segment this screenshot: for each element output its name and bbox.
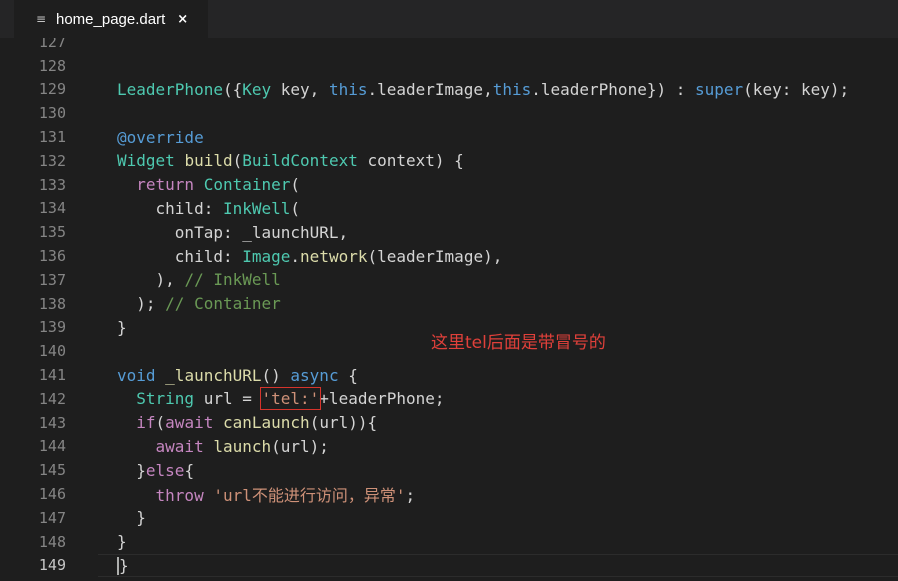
line-number: 131 [38,128,66,147]
code-line[interactable]: 129 LeaderPhone({Key key, this.leaderImag… [14,78,898,102]
line-code: child: InkWell( [117,198,301,218]
line-number: 136 [38,247,66,266]
tab-home-page-dart[interactable]: ≡ home_page.dart × [14,0,208,38]
code-line[interactable]: 131 @override [14,125,898,149]
line-code: } [117,532,127,552]
line-number: 144 [38,437,66,456]
code-line[interactable]: 148} [14,530,898,554]
line-code: }else{ [117,460,195,480]
line-number: 130 [38,104,66,123]
code-line[interactable]: 128 [14,54,898,78]
code-line[interactable]: 135 onTap: _launchURL, [14,220,898,244]
code-line[interactable]: 144 await launch(url); [14,435,898,459]
line-number: 128 [38,56,66,75]
line-number: 127 [38,38,66,51]
line-number: 141 [38,366,66,385]
code-line[interactable]: 138 ); // Container [14,292,898,316]
line-code: String url = 'tel:'+leaderPhone; [136,387,445,411]
line-code: onTap: _launchURL, [117,222,349,242]
close-icon[interactable]: × [177,12,188,27]
code-line[interactable]: 137 ), // InkWell [14,268,898,292]
text-cursor [117,557,119,576]
line-number: 129 [38,80,66,99]
line-number: 135 [38,223,66,242]
code-line[interactable]: 149} [14,553,898,578]
code-line[interactable]: 147 } [14,506,898,530]
line-code: ); // Container [117,294,281,314]
line-number: 138 [38,294,66,313]
annotation-note: 这里tel后面是带冒号的 [431,333,606,353]
code-editor[interactable]: 127 128 129 LeaderPhone({Key key, this.lead… [14,38,898,581]
line-code: await launch(url); [155,436,329,456]
code-line[interactable]: 134 child: InkWell( [14,197,898,221]
line-number: 149 [38,556,66,575]
line-number: 146 [38,485,66,504]
line-number: 133 [38,175,66,194]
code-line[interactable]: 127 [14,38,898,54]
code-line[interactable]: 145 }else{ [14,458,898,482]
line-number: 148 [38,532,66,551]
tab-bar: ≡ home_page.dart × [0,0,898,38]
code-line[interactable]: 136 child: Image.network(leaderImage), [14,244,898,268]
line-code: Widget build(BuildContext context) { [117,151,464,171]
code-line[interactable]: 141 void _launchURL() async { [14,363,898,387]
line-code: } [117,508,146,528]
line-number: 143 [38,413,66,432]
line-code: throw 'url不能进行访问，异常'; [155,486,416,506]
line-number: 134 [38,199,66,218]
line-code: @override [117,127,204,147]
code-line[interactable]: 132 Widget build(BuildContext context) { [14,149,898,173]
line-code: return Container( [136,175,301,195]
line-code: } [117,555,129,576]
code-line[interactable]: 143 if(await canLaunch(url)){ [14,411,898,435]
line-number: 145 [38,461,66,480]
file-lines-icon: ≡ [35,12,47,26]
tel-string-highlight: 'tel:' [259,387,322,411]
tab-label: home_page.dart [56,10,166,28]
code-lines: 127 128 129 LeaderPhone({Key key, this.lead… [14,38,898,578]
line-number: 139 [38,318,66,337]
line-code: void _launchURL() async { [117,365,358,385]
line-number: 142 [38,389,66,408]
line-code: LeaderPhone({Key key, this.leaderImage,t… [117,79,850,99]
line-code: ), // InkWell [117,270,281,290]
code-line[interactable]: 133 return Container( [14,173,898,197]
line-code: child: Image.network(leaderImage), [117,246,503,266]
line-code: if(await canLaunch(url)){ [136,413,378,433]
code-line[interactable]: 130 [14,101,898,125]
line-number: 132 [38,151,66,170]
line-number: 140 [38,342,66,361]
line-number: 147 [38,508,66,527]
code-line[interactable]: 142 String url = 'tel:'+leaderPhone; [14,387,898,411]
code-line[interactable]: 146 throw 'url不能进行访问，异常'; [14,482,898,506]
line-code: } [117,317,127,337]
line-number: 137 [38,270,66,289]
